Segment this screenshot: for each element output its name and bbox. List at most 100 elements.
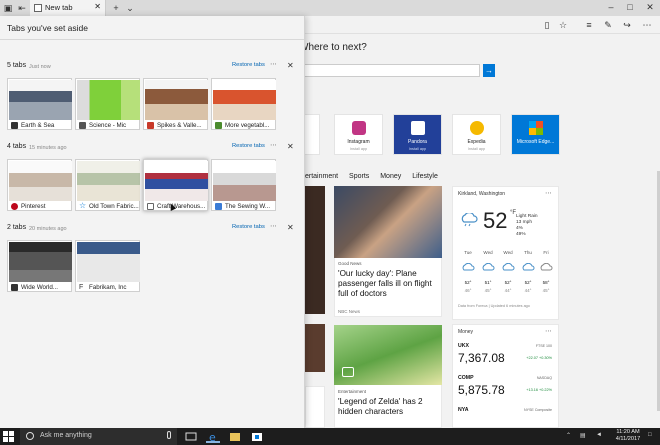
task-view-icon[interactable] — [184, 430, 198, 443]
news-card-partial[interactable] — [305, 386, 325, 428]
set-aside-tabs-icon[interactable]: ⇤ — [16, 2, 28, 14]
network-icon[interactable]: ▤ — [580, 432, 586, 439]
group-close-icon[interactable]: ✕ — [287, 142, 294, 151]
stock-name: UKX — [458, 343, 469, 349]
forecast-low: 45° — [484, 288, 492, 293]
file-explorer-icon[interactable] — [228, 430, 242, 443]
aside-tab-thumbnail[interactable]: Earth & Sea — [7, 78, 72, 130]
aside-tab-thumbnail[interactable]: The Sewing W... — [211, 159, 276, 211]
stock-value: 5,875.78 — [458, 383, 505, 397]
weather-more-icon[interactable]: ⋯ — [545, 189, 552, 197]
stock-name: NYA — [458, 407, 469, 413]
store-icon[interactable] — [250, 430, 264, 443]
thumbnail-label: Science - Mic — [89, 121, 127, 129]
reading-view-icon[interactable]: ▯ — [541, 19, 553, 31]
new-tab-plus-icon[interactable]: + — [110, 2, 122, 14]
thumbnail-preview — [77, 242, 140, 282]
category-lifestyle[interactable]: Lifestyle — [412, 173, 438, 180]
restore-tabs-link[interactable]: Restore tabs — [232, 62, 265, 68]
cortana-search-box[interactable]: Ask me anything — [20, 428, 177, 445]
top-site-expedia[interactable]: Expedia Install app — [452, 114, 501, 155]
money-title[interactable]: Money — [458, 329, 473, 335]
weather-location[interactable]: Kirkland, Washington — [458, 191, 505, 197]
show-hidden-icons-chevron[interactable]: ⌃ — [566, 432, 571, 439]
windows-start-icon[interactable] — [3, 431, 14, 442]
aside-tab-thumbnail[interactable]: F Fabrikam, Inc — [75, 240, 140, 292]
action-center-icon[interactable]: □ — [648, 432, 652, 438]
stock-change: +13.16 +0.22% — [526, 388, 552, 392]
group-close-icon[interactable]: ✕ — [287, 223, 294, 232]
aside-tab-thumbnail[interactable]: Pinterest — [7, 159, 72, 211]
news-headline[interactable]: 'Our lucky day': Plane passenger falls i… — [338, 269, 442, 299]
category-sports[interactable]: Sports — [349, 173, 369, 180]
aside-tab-thumbnail[interactable]: More vegetabl... — [211, 78, 276, 130]
share-icon[interactable]: ↪ — [621, 19, 633, 31]
thumbnail-preview — [77, 80, 140, 120]
system-clock[interactable]: 11:20 AM 4/11/2017 — [611, 429, 645, 443]
web-search-input[interactable] — [305, 64, 480, 77]
pane-title: Tabs you've set aside — [7, 23, 89, 33]
microsoft-logo-icon — [529, 121, 543, 135]
group-time: 15 minutes ago — [29, 144, 67, 151]
news-photo-couple[interactable] — [334, 186, 442, 258]
thumbnail-label: Spikes & Valle... — [157, 121, 202, 129]
search-go-arrow-icon[interactable]: → — [483, 64, 495, 77]
news-card-partial[interactable] — [305, 186, 325, 314]
maximize-icon[interactable]: □ — [624, 1, 636, 13]
group-more-icon[interactable]: ⋯ — [270, 222, 277, 230]
tab-preview-icon[interactable]: ▣ — [2, 2, 14, 14]
title-bar: ▣ ⇤ New tab ✕ + ⌄ – □ ✕ — [0, 0, 660, 16]
more-actions-icon[interactable]: ⋯ — [641, 19, 653, 31]
news-source: NBC News — [338, 309, 361, 314]
weather-conditions: Light Rain 13 mph 4% 49% — [516, 214, 538, 237]
thumbnail-label: Wide World... — [21, 283, 59, 291]
vegetable-icon — [215, 122, 222, 129]
thumbnail-preview — [9, 161, 72, 201]
restore-tabs-link[interactable]: Restore tabs — [232, 143, 265, 149]
forecast-high: 51° — [484, 280, 492, 285]
edge-taskbar-icon[interactable]: e — [206, 430, 220, 444]
forecast-low: 44° — [504, 288, 512, 293]
forecast-rain-icon — [482, 263, 495, 271]
wide-world-icon — [11, 284, 18, 291]
top-site-instagram[interactable]: Instagram Install app — [334, 114, 383, 155]
install-app-label: Install app — [408, 147, 427, 151]
tab-list-chevron-icon[interactable]: ⌄ — [124, 2, 136, 14]
money-card[interactable]: Money ⋯ UKX FTSE 100 7,367.08 +22.07 +0.… — [452, 324, 559, 428]
aside-tab-thumbnail-hovered[interactable]: Craft Warehous... — [143, 159, 208, 211]
news-card-partial[interactable] — [305, 324, 325, 372]
top-site-tile-partial[interactable] — [305, 114, 320, 155]
weather-card[interactable]: Kirkland, Washington ⋯ 52 °F Light Rain … — [452, 186, 559, 320]
aside-tab-thumbnail[interactable]: ☆ Old Town Fabric... — [75, 159, 140, 211]
close-window-icon[interactable]: ✕ — [644, 1, 656, 13]
group-more-icon[interactable]: ⋯ — [270, 60, 277, 68]
money-more-icon[interactable]: ⋯ — [545, 327, 552, 335]
tab-new-tab[interactable]: New tab ✕ — [30, 0, 106, 16]
close-tab-icon[interactable]: ✕ — [94, 2, 101, 11]
group-close-icon[interactable]: ✕ — [287, 61, 294, 70]
top-site-label: Expedia — [467, 139, 486, 145]
category-entertainment[interactable]: ertainment — [305, 173, 338, 180]
tab-title: New tab — [45, 3, 73, 12]
favorite-star-icon[interactable]: ☆ — [557, 19, 569, 31]
microphone-icon[interactable] — [167, 431, 171, 439]
hub-icon[interactable]: ≡ — [583, 19, 595, 31]
top-site-microsoft-edge[interactable]: Microsoft Edge... — [511, 114, 560, 155]
restore-tabs-link[interactable]: Restore tabs — [232, 224, 265, 230]
aside-tab-thumbnail[interactable]: Spikes & Valle... — [143, 78, 208, 130]
minimize-icon[interactable]: – — [605, 1, 617, 13]
aside-tab-thumbnail[interactable]: Science - Mic — [75, 78, 140, 130]
forecast-cloud-icon — [540, 263, 553, 271]
category-money[interactable]: Money — [380, 173, 401, 180]
forecast-high: 52° — [524, 280, 532, 285]
thumbnail-preview — [9, 80, 72, 120]
thumbnail-label: Pinterest — [21, 202, 46, 210]
thumbnail-label: Craft Warehous... — [157, 202, 206, 210]
group-more-icon[interactable]: ⋯ — [270, 141, 277, 149]
volume-icon[interactable]: ◄ — [596, 432, 602, 438]
news-headline[interactable]: 'Legend of Zelda' has 2 hidden character… — [338, 397, 442, 417]
top-site-pandora[interactable]: Pandora Install app — [393, 114, 442, 155]
web-note-pen-icon[interactable]: ✎ — [602, 19, 614, 31]
aside-tab-thumbnail[interactable]: Wide World... — [7, 240, 72, 292]
new-tab-page: Where to next? → Instagram Install app P… — [305, 34, 660, 428]
